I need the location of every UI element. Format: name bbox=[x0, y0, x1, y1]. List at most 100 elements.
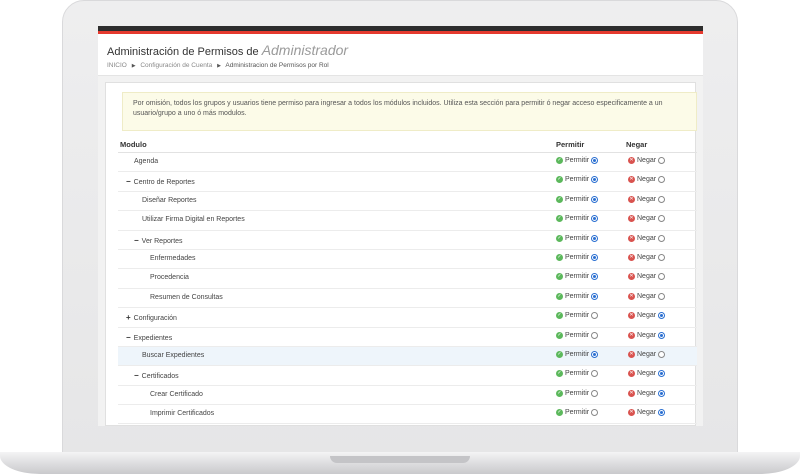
allow-radio[interactable] bbox=[591, 370, 599, 378]
allow-option[interactable]: ✓ Permitir bbox=[556, 292, 599, 300]
allow-option[interactable]: ✓ Permitir bbox=[556, 195, 599, 203]
deny-radio[interactable] bbox=[658, 312, 666, 320]
module-label: Enfermedades bbox=[150, 255, 196, 262]
collapse-icon[interactable]: − bbox=[134, 236, 139, 245]
allow-option[interactable]: ✓ Permitir bbox=[556, 350, 599, 358]
deny-option[interactable]: ✕ Negar bbox=[628, 176, 666, 184]
allow-option[interactable]: ✓ Permitir bbox=[556, 157, 599, 164]
allow-option[interactable]: ✓ Permitir bbox=[556, 253, 599, 261]
allow-option[interactable]: ✓ Permitir bbox=[556, 331, 599, 339]
table-row: Diseñar Reportes ✓ Permitir ✕ Negar bbox=[118, 192, 697, 212]
deny-option[interactable]: ✕ Negar bbox=[628, 370, 666, 378]
allow-radio[interactable] bbox=[591, 312, 599, 320]
allow-option[interactable]: ✓ Permitir bbox=[556, 215, 599, 223]
table-row: Utilizar Firma Digital en Reportes ✓ Permi… bbox=[118, 211, 697, 231]
deny-option[interactable]: ✕ Negar bbox=[628, 157, 666, 164]
deny-option[interactable]: ✕ Negar bbox=[628, 234, 666, 242]
deny-radio[interactable] bbox=[658, 157, 666, 164]
x-circle-icon: ✕ bbox=[628, 370, 635, 378]
allow-option[interactable]: ✓ Permitir bbox=[556, 273, 599, 281]
module-name: Diseñar Reportes bbox=[142, 196, 197, 204]
module-label: Diseñar Reportes bbox=[142, 197, 196, 204]
x-circle-icon: ✕ bbox=[628, 331, 635, 339]
table-row: + Configuración ✓ Permitir ✕ Negar bbox=[118, 308, 697, 328]
deny-radio[interactable] bbox=[658, 176, 666, 184]
check-circle-icon: ✓ bbox=[556, 273, 563, 281]
permissions-table: Agenda ✓ Permitir ✕ Negar − Centro de Reportes… bbox=[118, 153, 697, 425]
chevron-right-icon: ▶ bbox=[131, 63, 136, 69]
breadcrumb-home[interactable]: INICIO bbox=[107, 62, 127, 69]
allow-label: Permitir bbox=[565, 273, 590, 281]
allow-radio[interactable] bbox=[591, 215, 599, 223]
table-row: Crear Certificado ✓ Permitir ✕ Negar bbox=[118, 386, 697, 406]
module-name: Configuración bbox=[133, 315, 177, 323]
collapse-icon[interactable]: − bbox=[126, 333, 131, 342]
table-row: − Ver Reportes ✓ Permitir ✕ Negar bbox=[118, 231, 697, 250]
x-circle-icon: ✕ bbox=[628, 350, 635, 358]
deny-label: Negar bbox=[637, 273, 657, 281]
allow-option[interactable]: ✓ Permitir bbox=[556, 409, 599, 417]
check-circle-icon: ✓ bbox=[556, 312, 563, 320]
check-circle-icon: ✓ bbox=[556, 157, 563, 164]
deny-option[interactable]: ✕ Negar bbox=[628, 331, 666, 339]
module-name: Ver Reportes bbox=[141, 237, 183, 245]
x-circle-icon: ✕ bbox=[628, 234, 635, 242]
allow-option[interactable]: ✓ Permitir bbox=[556, 389, 599, 397]
deny-radio[interactable] bbox=[658, 331, 666, 339]
deny-label: Negar bbox=[637, 312, 657, 320]
check-circle-icon: ✓ bbox=[556, 176, 563, 184]
deny-radio[interactable] bbox=[658, 234, 666, 242]
deny-radio[interactable] bbox=[658, 195, 666, 203]
deny-radio[interactable] bbox=[658, 350, 666, 358]
deny-label: Negar bbox=[637, 389, 657, 397]
allow-radio[interactable] bbox=[591, 350, 599, 358]
check-circle-icon: ✓ bbox=[556, 292, 563, 300]
allow-option[interactable]: ✓ Permitir bbox=[556, 312, 599, 320]
deny-option[interactable]: ✕ Negar bbox=[628, 195, 666, 203]
allow-radio[interactable] bbox=[591, 234, 599, 242]
allow-label: Permitir bbox=[565, 176, 590, 184]
deny-radio[interactable] bbox=[658, 409, 666, 417]
deny-radio[interactable] bbox=[658, 253, 666, 261]
allow-radio[interactable] bbox=[591, 331, 599, 339]
allow-option[interactable]: ✓ Permitir bbox=[556, 234, 599, 242]
expand-icon[interactable]: + bbox=[126, 313, 131, 322]
deny-radio[interactable] bbox=[658, 292, 666, 300]
collapse-icon[interactable]: − bbox=[126, 177, 131, 186]
deny-radio[interactable] bbox=[658, 370, 666, 378]
allow-radio[interactable] bbox=[591, 389, 599, 397]
breadcrumb-account[interactable]: Configuración de Cuenta bbox=[140, 62, 212, 69]
deny-option[interactable]: ✕ Negar bbox=[628, 253, 666, 261]
check-circle-icon: ✓ bbox=[556, 409, 563, 417]
deny-option[interactable]: ✕ Negar bbox=[628, 389, 666, 397]
allow-radio[interactable] bbox=[591, 273, 599, 281]
allow-radio[interactable] bbox=[591, 157, 599, 164]
check-circle-icon: ✓ bbox=[556, 350, 563, 358]
page-title: Administración de Permisos de Administra… bbox=[107, 42, 703, 58]
deny-option[interactable]: ✕ Negar bbox=[628, 292, 666, 300]
allow-label: Permitir bbox=[565, 350, 590, 358]
allow-option[interactable]: ✓ Permitir bbox=[556, 176, 599, 184]
allow-label: Permitir bbox=[565, 292, 590, 300]
allow-radio[interactable] bbox=[591, 176, 599, 184]
deny-label: Negar bbox=[637, 292, 657, 300]
deny-option[interactable]: ✕ Negar bbox=[628, 350, 666, 358]
allow-label: Permitir bbox=[565, 157, 590, 164]
allow-option[interactable]: ✓ Permitir bbox=[556, 370, 599, 378]
deny-option[interactable]: ✕ Negar bbox=[628, 215, 666, 223]
allow-radio[interactable] bbox=[591, 292, 599, 300]
chevron-right-icon: ▶ bbox=[217, 63, 221, 69]
allow-radio[interactable] bbox=[591, 253, 599, 261]
deny-radio[interactable] bbox=[658, 215, 666, 223]
allow-radio[interactable] bbox=[591, 195, 599, 203]
module-label: − Certificados bbox=[134, 371, 179, 380]
check-circle-icon: ✓ bbox=[556, 195, 563, 203]
deny-option[interactable]: ✕ Negar bbox=[628, 312, 666, 320]
collapse-icon[interactable]: − bbox=[134, 371, 139, 380]
deny-radio[interactable] bbox=[658, 273, 666, 281]
deny-label: Negar bbox=[637, 350, 657, 358]
allow-radio[interactable] bbox=[591, 409, 599, 417]
deny-option[interactable]: ✕ Negar bbox=[628, 409, 666, 417]
deny-radio[interactable] bbox=[658, 389, 666, 397]
deny-option[interactable]: ✕ Negar bbox=[628, 273, 666, 281]
